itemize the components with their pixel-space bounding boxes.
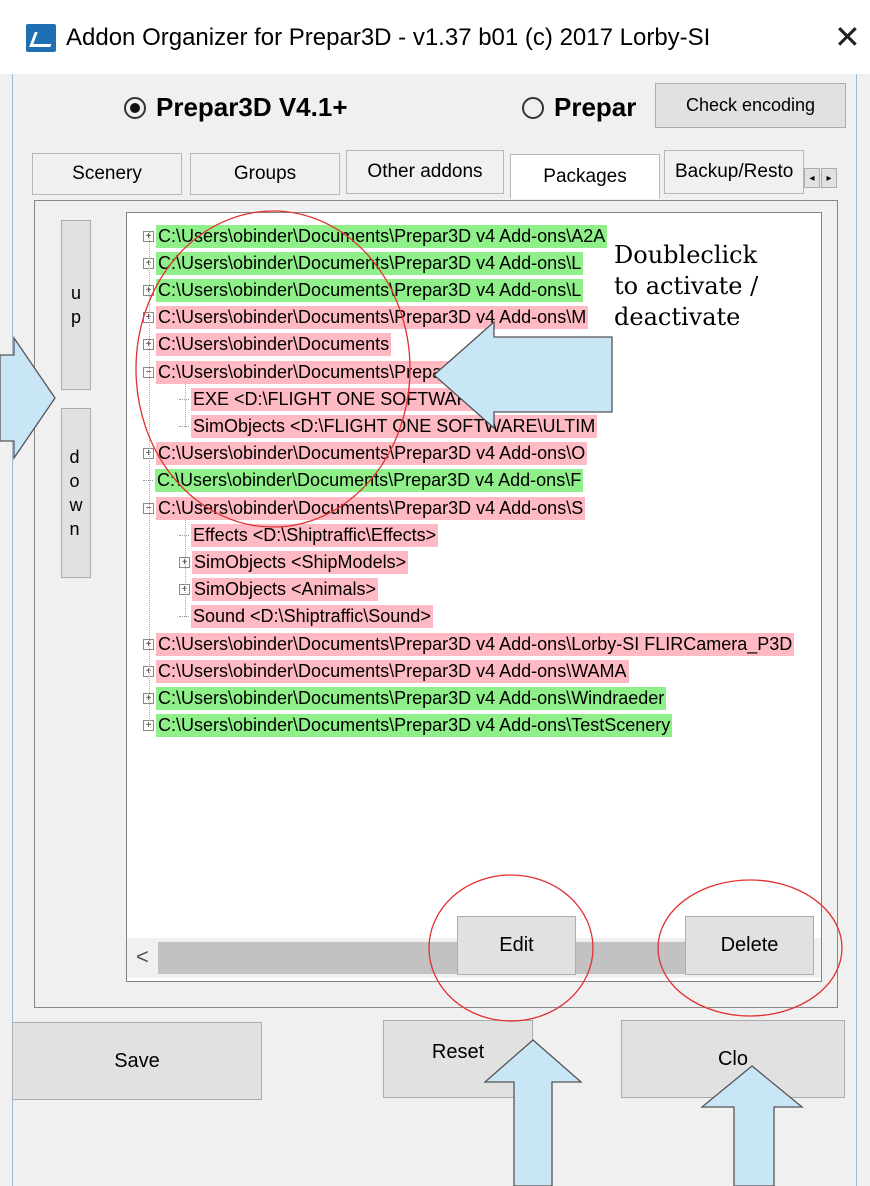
arrow-side-icon [0,335,56,461]
highlight-circle-edit [428,874,594,1022]
highlight-circle-delete [657,879,843,1017]
highlight-circle-tree [135,210,411,528]
arrow-up-edit-icon [483,1039,583,1186]
arrow-left-icon [433,320,613,430]
annotation-overlay [0,210,843,1186]
arrow-up-delete-icon [700,1065,804,1186]
